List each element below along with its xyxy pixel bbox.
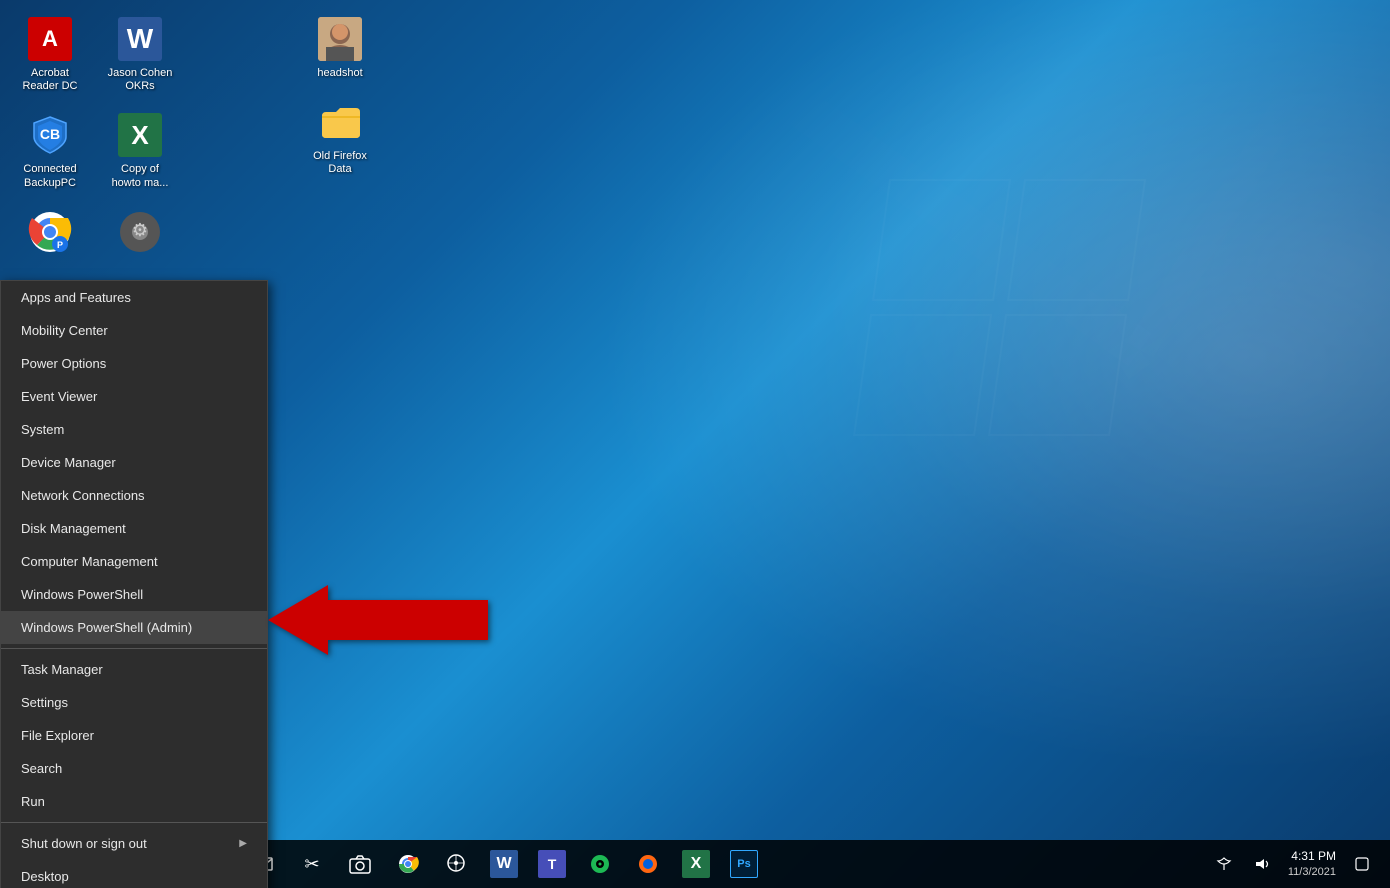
menu-item-mobility-center[interactable]: Mobility Center xyxy=(1,314,267,347)
taskbar-chrome-button[interactable] xyxy=(384,840,432,888)
taskbar-maps-icon xyxy=(445,853,467,875)
annotation-arrow xyxy=(268,580,488,665)
menu-item-event-viewer[interactable]: Event Viewer xyxy=(1,380,267,413)
notification-icon xyxy=(1355,857,1369,871)
acrobat-label: Acrobat Reader DC xyxy=(15,67,85,93)
clock-date: 11/3/2021 xyxy=(1288,865,1336,879)
taskbar-snip-button[interactable]: ✂ xyxy=(288,840,336,888)
volume-icon xyxy=(1254,856,1270,872)
svg-text:⚙: ⚙ xyxy=(132,220,148,240)
menu-item-system[interactable]: System xyxy=(1,413,267,446)
settings2-icon-img: ⚙ xyxy=(118,210,162,254)
system-tray: 4:31 PM 11/3/2021 xyxy=(1206,846,1390,882)
taskbar-teams-button[interactable]: T xyxy=(528,840,576,888)
acrobat-icon-img: A xyxy=(28,17,72,61)
taskbar-camera-icon xyxy=(349,853,371,875)
svg-text:P: P xyxy=(57,240,63,250)
network-icon xyxy=(1216,856,1232,872)
menu-item-task-manager[interactable]: Task Manager xyxy=(1,653,267,686)
taskbar-firefox-icon xyxy=(637,853,659,875)
taskbar-music-button[interactable] xyxy=(576,840,624,888)
menu-item-shut-down[interactable]: Shut down or sign out ▶ xyxy=(1,827,267,860)
headshot-icon-img xyxy=(318,17,362,61)
taskbar-word-icon: W xyxy=(490,850,518,878)
menu-item-power-options[interactable]: Power Options xyxy=(1,347,267,380)
desktop-icon-connected-backup[interactable]: CB Connected BackupPC xyxy=(10,106,90,194)
menu-item-windows-powershell[interactable]: Windows PowerShell xyxy=(1,578,267,611)
taskbar-music-icon xyxy=(589,853,611,875)
taskbar-excel-icon: X xyxy=(682,850,710,878)
menu-item-network-connections[interactable]: Network Connections xyxy=(1,479,267,512)
jason-cohen-label: Jason Cohen OKRs xyxy=(105,67,175,93)
separator-2 xyxy=(1,822,267,823)
menu-item-windows-powershell-admin[interactable]: Windows PowerShell (Admin) xyxy=(1,611,267,644)
shield-icon: CB xyxy=(28,113,72,157)
desktop-icon-acrobat[interactable]: A Acrobat Reader DC xyxy=(10,10,90,98)
menu-item-file-explorer[interactable]: File Explorer xyxy=(1,719,267,752)
desktop: A Acrobat Reader DC CB Connected BackupP… xyxy=(0,0,1390,888)
desktop-icon-chrome[interactable]: P xyxy=(10,203,90,265)
connected-backup-label: Connected BackupPC xyxy=(15,163,85,189)
separator-1 xyxy=(1,648,267,649)
word-icon-img: W xyxy=(118,17,162,61)
clock-time: 4:31 PM xyxy=(1288,849,1336,865)
desktop-icon-old-firefox[interactable]: Old Firefox Data xyxy=(300,93,380,181)
shut-down-arrow: ▶ xyxy=(239,838,247,849)
menu-item-computer-management[interactable]: Computer Management xyxy=(1,545,267,578)
taskbar-firefox-button[interactable] xyxy=(624,840,672,888)
menu-item-run[interactable]: Run xyxy=(1,785,267,818)
taskbar-maps-button[interactable] xyxy=(432,840,480,888)
desktop-icon-howto[interactable]: X Copy of howto ma... xyxy=(100,106,180,194)
excel-icon-img: X xyxy=(118,113,162,157)
old-firefox-label: Old Firefox Data xyxy=(305,150,375,176)
menu-item-apps-features[interactable]: Apps and Features xyxy=(1,281,267,314)
windows-logo-bg xyxy=(790,100,1290,600)
desktop-icon-jason-cohen[interactable]: W Jason Cohen OKRs xyxy=(100,10,180,98)
taskbar-word-button[interactable]: W xyxy=(480,840,528,888)
menu-item-device-manager[interactable]: Device Manager xyxy=(1,446,267,479)
folder-icon-img xyxy=(318,100,362,144)
tray-notification-icon[interactable] xyxy=(1344,846,1380,882)
desktop-icon-headshot[interactable]: headshot xyxy=(300,10,380,85)
taskbar-teams-icon: T xyxy=(538,850,566,878)
howto-label: Copy of howto ma... xyxy=(105,163,175,189)
taskbar-photoshop-button[interactable]: Ps xyxy=(720,840,768,888)
headshot-label: headshot xyxy=(317,67,362,80)
taskbar-snip-icon: ✂ xyxy=(304,854,319,875)
menu-item-desktop[interactable]: Desktop xyxy=(1,860,267,888)
chrome-icon-img: P xyxy=(28,210,72,254)
menu-item-disk-management[interactable]: Disk Management xyxy=(1,512,267,545)
desktop-icon-settings2[interactable]: ⚙ xyxy=(100,203,180,265)
tray-network-icon[interactable] xyxy=(1206,846,1242,882)
taskbar-chrome-icon xyxy=(397,853,419,875)
system-clock[interactable]: 4:31 PM 11/3/2021 xyxy=(1282,849,1342,879)
taskbar-camera-button[interactable] xyxy=(336,840,384,888)
tray-volume-icon[interactable] xyxy=(1244,846,1280,882)
context-menu: Apps and Features Mobility Center Power … xyxy=(0,280,268,888)
taskbar-photoshop-icon: Ps xyxy=(730,850,758,878)
svg-text:CB: CB xyxy=(40,126,60,142)
menu-item-settings[interactable]: Settings xyxy=(1,686,267,719)
taskbar-excel-button[interactable]: X xyxy=(672,840,720,888)
menu-item-search[interactable]: Search xyxy=(1,752,267,785)
